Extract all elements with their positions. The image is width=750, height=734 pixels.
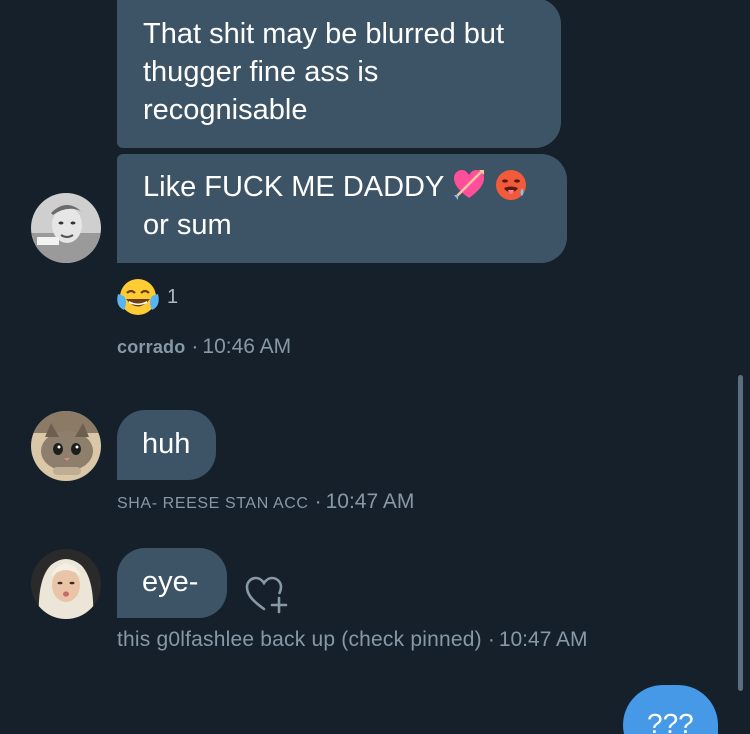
dm-conversation: That shit may be blurred but thugger fin…	[0, 0, 750, 734]
avatar-image	[31, 549, 101, 619]
message-bubble[interactable]: huh	[117, 410, 216, 480]
meta-separator: ·	[191, 335, 199, 358]
hot-face-icon	[496, 170, 527, 201]
reaction-count: 1	[167, 285, 179, 308]
message-line: or sum	[143, 209, 232, 241]
meta-separator: ·	[487, 628, 495, 651]
timestamp: 10:47 AM	[325, 490, 415, 513]
message-text: ???	[647, 708, 694, 734]
heart-with-arrow-icon	[454, 170, 485, 201]
avatar[interactable]	[31, 193, 101, 263]
avatar[interactable]	[31, 411, 101, 481]
message-text: That shit may be blurred but thugger fin…	[143, 18, 505, 126]
message-text: eye-	[142, 566, 199, 598]
message-bubble[interactable]: eye-	[117, 548, 227, 618]
message-line: Like FUCK ME DADDY	[143, 168, 541, 206]
add-reaction-heart-icon[interactable]	[244, 574, 290, 614]
message-meta: this g0lfashlee back up (check pinned) · 1…	[117, 628, 588, 652]
sent-message-bubble[interactable]: ???	[623, 685, 718, 734]
sender-name[interactable]: SHA- REESE STAN ACC	[117, 495, 309, 512]
message-text: huh	[142, 428, 191, 460]
sender-name[interactable]: this g0lfashlee back up (check pinned)	[117, 628, 482, 651]
face-with-tears-of-joy-icon	[117, 279, 159, 315]
reaction-badge[interactable]: 1	[115, 276, 178, 318]
message-bubble[interactable]: That shit may be blurred but thugger fin…	[117, 0, 561, 148]
avatar-image	[31, 411, 101, 481]
avatar-image	[31, 193, 101, 263]
avatar[interactable]	[31, 549, 101, 619]
message-meta: corrado · 10:46 AM	[117, 335, 291, 359]
meta-separator: ·	[314, 490, 322, 513]
message-meta: SHA- REESE STAN ACC · 10:47 AM	[117, 490, 414, 514]
message-text: Like FUCK ME DADDY	[143, 171, 445, 203]
timestamp: 10:47 AM	[498, 628, 588, 651]
scrollbar-thumb[interactable]	[738, 375, 743, 691]
message-bubble[interactable]: Like FUCK ME DADDY or sum	[117, 154, 567, 263]
sender-name[interactable]: corrado	[117, 337, 185, 357]
timestamp: 10:46 AM	[202, 335, 292, 358]
